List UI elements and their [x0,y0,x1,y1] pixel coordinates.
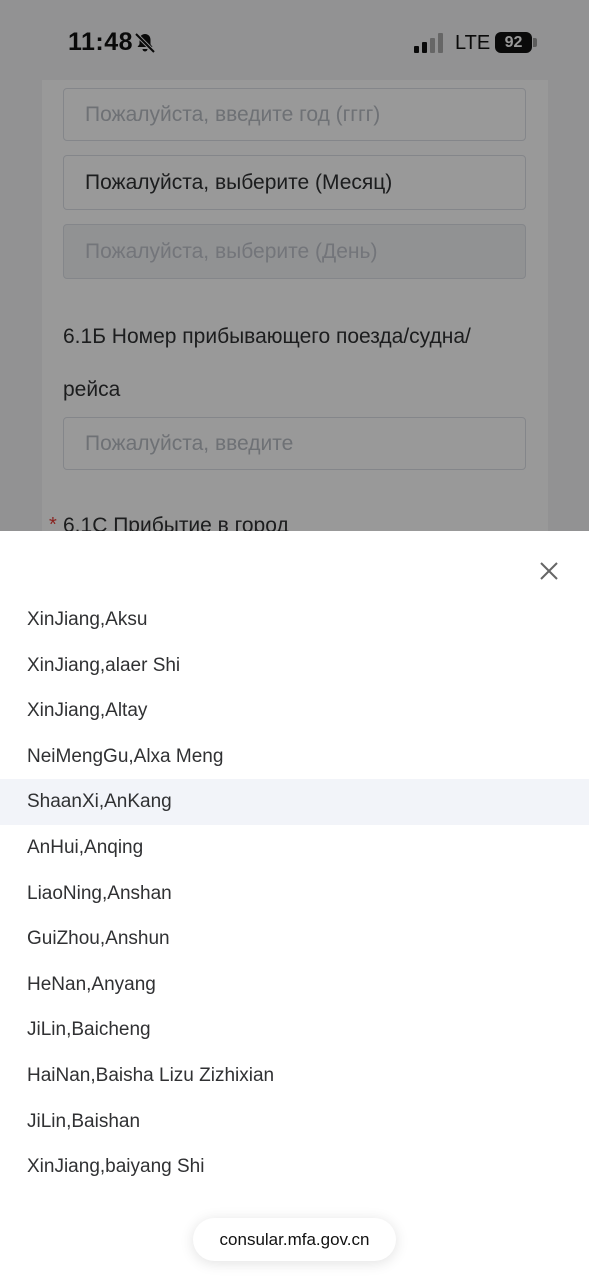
city-option[interactable]: HaiNan,Baisha Lizu Zizhixian [0,1053,589,1099]
city-option[interactable]: XinJiang,Aksu [0,597,589,643]
city-option[interactable]: XinJiang,alaer Shi [0,643,589,689]
city-option[interactable]: LiaoNing,Anshan [0,871,589,917]
city-option[interactable]: HeNan,Anyang [0,962,589,1008]
city-option-list: XinJiang,Aksu XinJiang,alaer Shi XinJiang,… [0,597,589,1190]
city-option[interactable]: XinJiang,baiyang Shi [0,1144,589,1190]
city-option[interactable]: XinJiang,Altay [0,688,589,734]
city-option[interactable]: GuiZhou,Anshun [0,916,589,962]
city-option[interactable]: JiLin,Baicheng [0,1007,589,1053]
url-bar[interactable]: consular.mfa.gov.cn [193,1218,396,1261]
close-icon[interactable] [536,558,562,584]
city-option[interactable]: AnHui,Anqing [0,825,589,871]
city-option[interactable]: JiLin,Baishan [0,1099,589,1145]
city-option[interactable]: ShaanXi,AnKang [0,779,589,825]
city-option[interactable]: NeiMengGu,Alxa Meng [0,734,589,780]
